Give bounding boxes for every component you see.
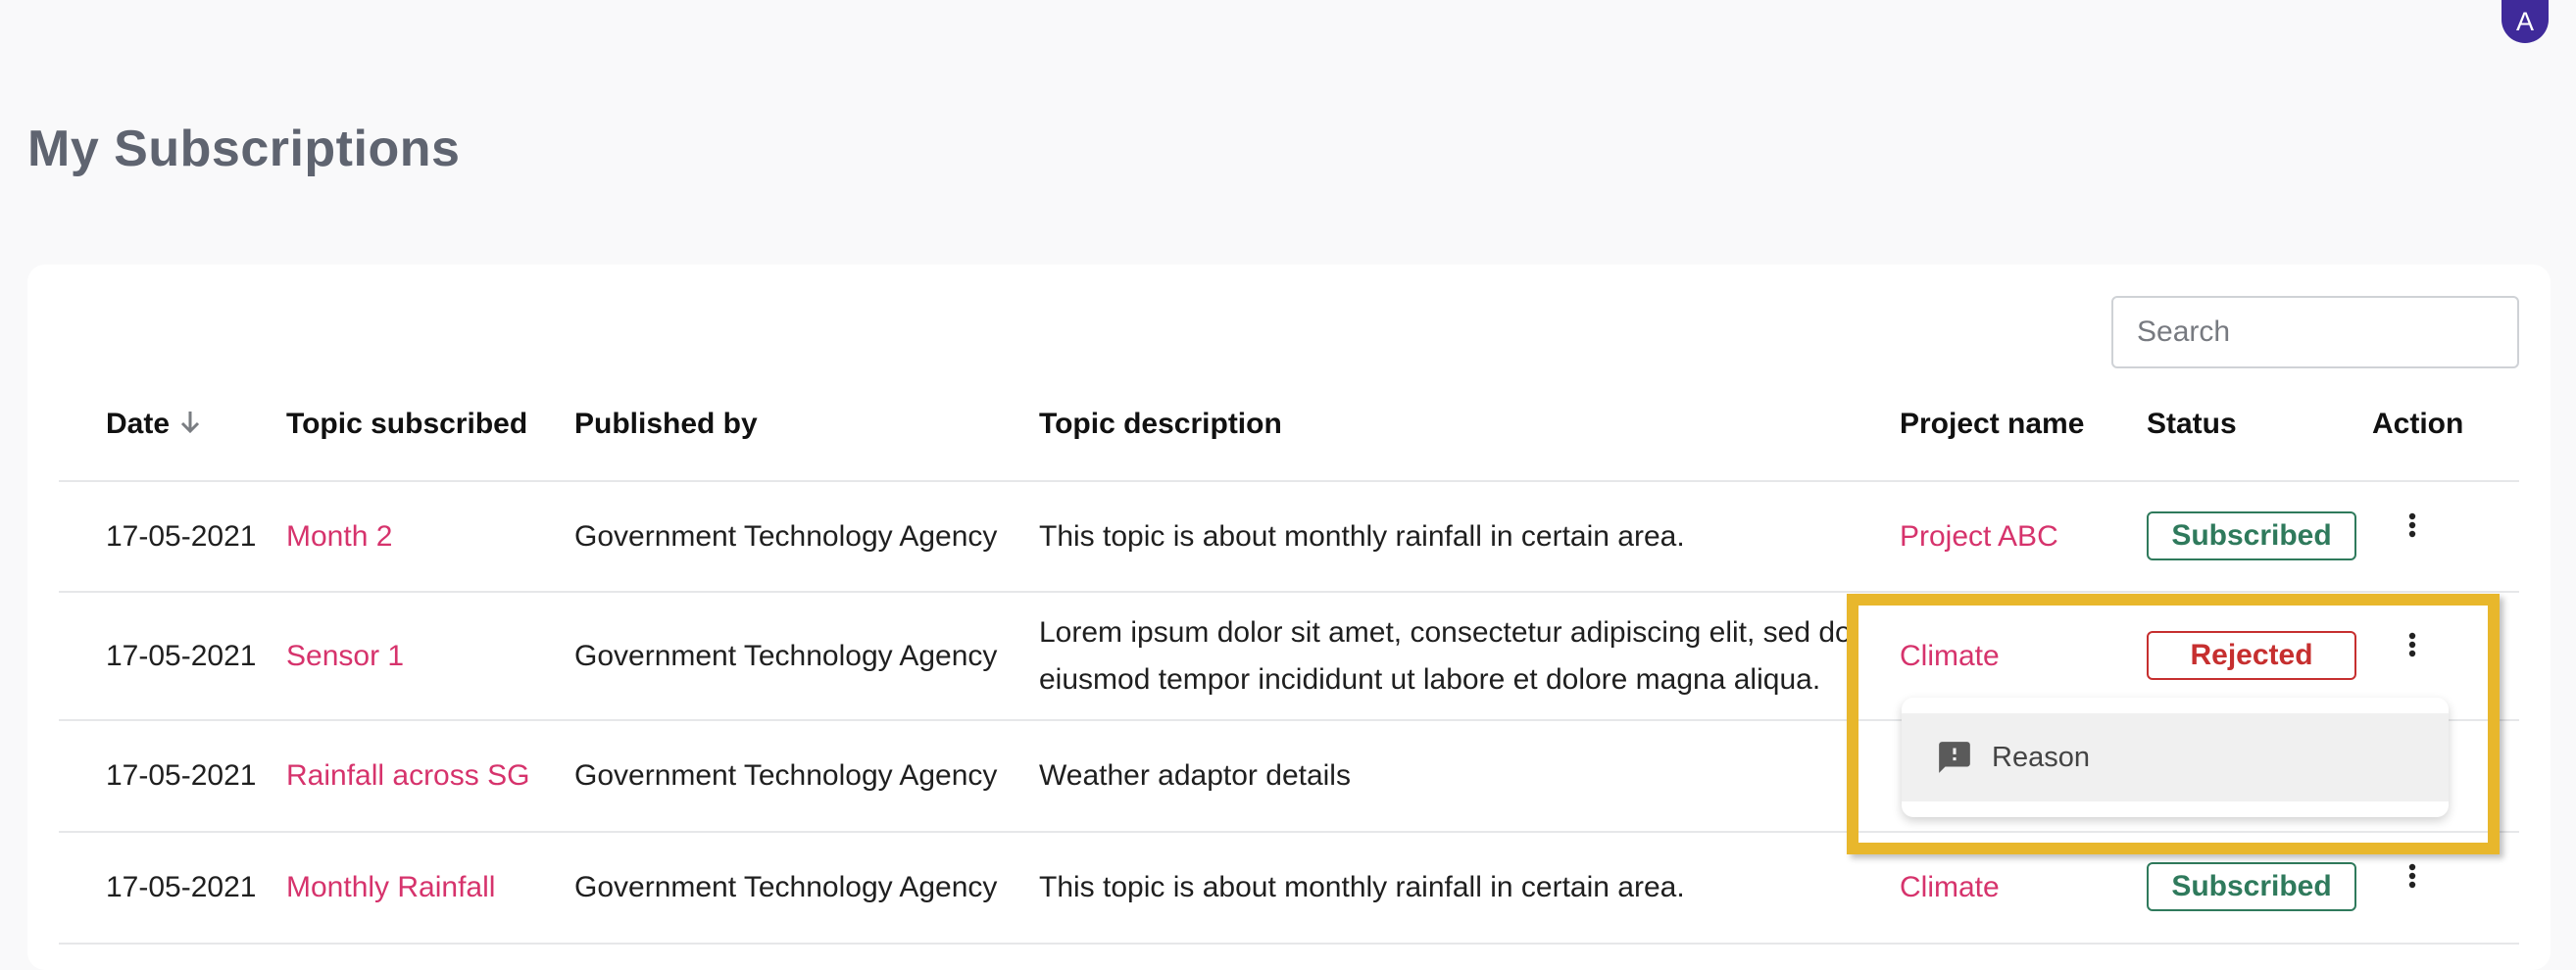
row-date: 17-05-2021: [106, 759, 257, 792]
row-divider: [59, 943, 2519, 945]
status-badge: Subscribed: [2147, 511, 2356, 560]
row-topic-link[interactable]: Sensor 1: [286, 640, 404, 673]
row-description: This topic is about monthly rainfall in …: [1039, 520, 1685, 553]
more-vert-icon[interactable]: [2398, 625, 2427, 664]
menu-item-reason[interactable]: Reason: [1902, 713, 2449, 801]
column-header-status: Status: [2147, 408, 2237, 440]
row-date: 17-05-2021: [106, 520, 257, 553]
row-project-link[interactable]: Climate: [1900, 640, 2000, 673]
more-vert-icon[interactable]: [2398, 506, 2427, 545]
search-input[interactable]: [2111, 296, 2519, 368]
column-header-project: Project name: [1900, 408, 2085, 440]
row-divider: [59, 591, 2519, 593]
row-description-line-1: Lorem ipsum dolor sit amet, consectetur …: [1039, 616, 1852, 649]
row-topic-link[interactable]: Monthly Rainfall: [286, 871, 495, 904]
row-publisher: Government Technology Agency: [574, 759, 998, 792]
row-description: This topic is about monthly rainfall in …: [1039, 871, 1685, 903]
column-header-publisher: Published by: [574, 408, 758, 440]
row-topic-link[interactable]: Month 2: [286, 520, 392, 554]
column-header-date[interactable]: Date: [106, 408, 201, 443]
row-topic-link[interactable]: Rainfall across SG: [286, 759, 529, 793]
menu-item-reason-label: Reason: [1992, 741, 2090, 773]
row-publisher: Government Technology Agency: [574, 520, 998, 553]
row-project-link[interactable]: Project ABC: [1900, 520, 2058, 554]
action-dropdown-menu: Reason: [1902, 698, 2449, 817]
header-divider: [59, 480, 2519, 482]
row-publisher: Government Technology Agency: [574, 871, 998, 903]
row-description-line-2: eiusmod tempor incididunt ut labore et d…: [1039, 663, 1821, 696]
row-date: 17-05-2021: [106, 640, 257, 672]
status-badge: Rejected: [2147, 631, 2356, 680]
column-header-topic: Topic subscribed: [286, 408, 528, 440]
more-vert-icon[interactable]: [2398, 856, 2427, 896]
status-badge: Subscribed: [2147, 862, 2356, 911]
row-description: Weather adaptor details: [1039, 759, 1351, 792]
column-header-action: Action: [2372, 408, 2464, 440]
column-header-description: Topic description: [1039, 408, 1282, 440]
row-publisher: Government Technology Agency: [574, 640, 998, 672]
column-header-date-label: Date: [106, 408, 171, 440]
row-project-link[interactable]: Climate: [1900, 871, 2000, 904]
user-avatar[interactable]: A: [2502, 0, 2549, 43]
row-divider: [59, 831, 2519, 833]
row-date: 17-05-2021: [106, 871, 257, 903]
feedback-icon: [1935, 738, 1974, 777]
arrow-down-icon[interactable]: [179, 410, 201, 443]
page-title: My Subscriptions: [27, 121, 461, 177]
